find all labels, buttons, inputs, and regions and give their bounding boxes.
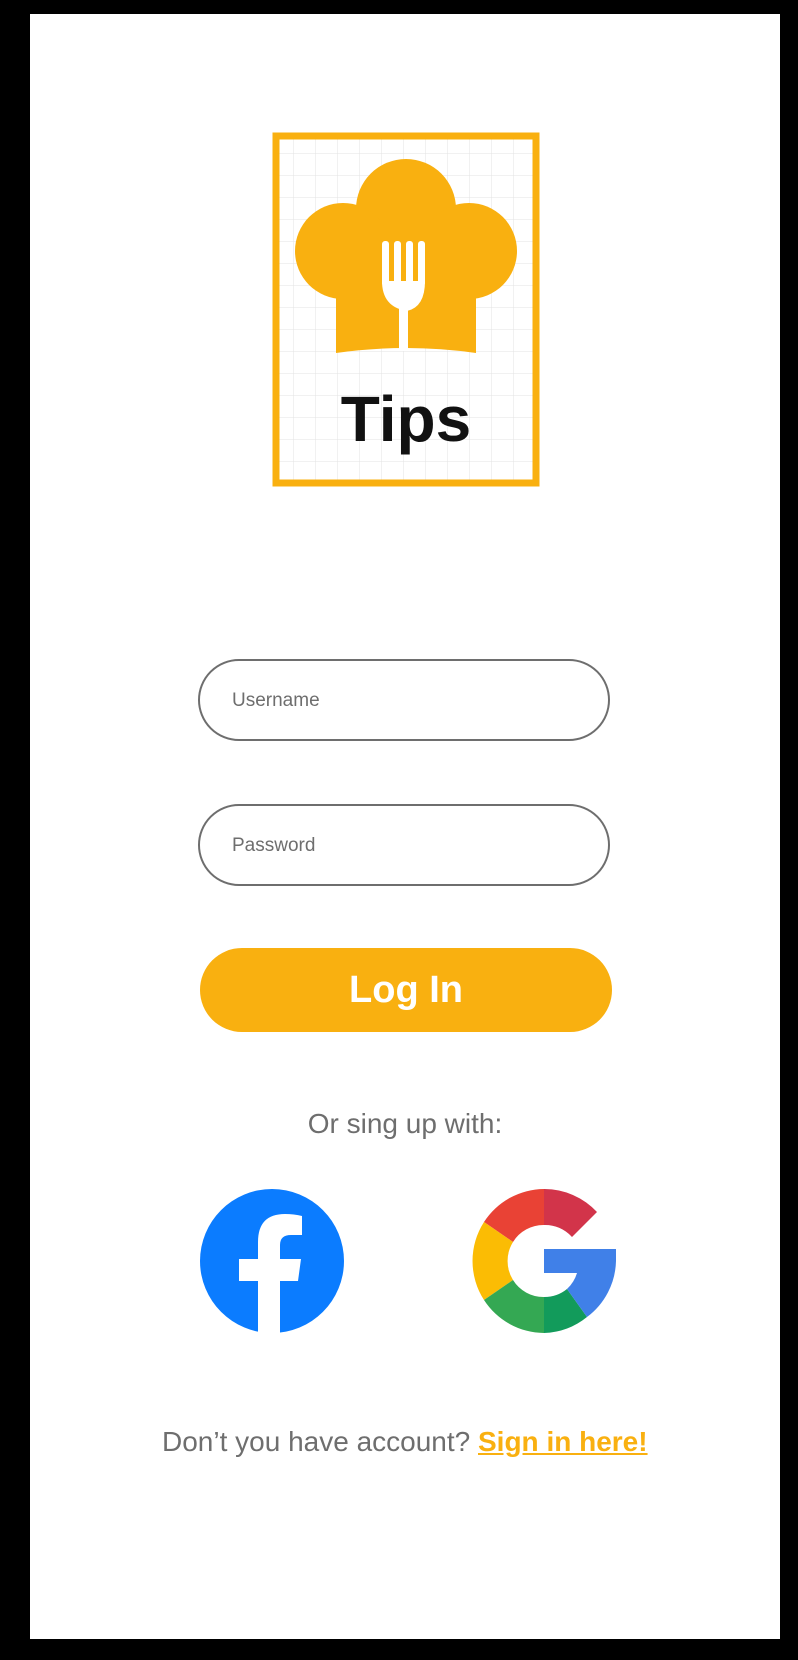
username-field[interactable]: [198, 659, 610, 741]
facebook-icon[interactable]: [200, 1189, 344, 1333]
password-input[interactable]: [230, 806, 574, 886]
password-field[interactable]: [198, 804, 610, 886]
signup-line: Don’t you have account? Sign in here!: [162, 1426, 648, 1458]
social-signup-prompt: Or sing up with:: [307, 1108, 503, 1139]
login-screen: Tips Log In Or sing up with: Don’t you h…: [30, 14, 780, 1639]
google-icon[interactable]: [472, 1189, 616, 1333]
signup-question: Don’t you have account?: [162, 1426, 471, 1457]
username-input[interactable]: [230, 661, 574, 741]
tips-logo: Tips: [272, 132, 540, 487]
sign-in-link[interactable]: Sign in here!: [478, 1426, 648, 1457]
login-button[interactable]: Log In: [200, 948, 612, 1032]
logo-text: Tips: [341, 383, 471, 455]
